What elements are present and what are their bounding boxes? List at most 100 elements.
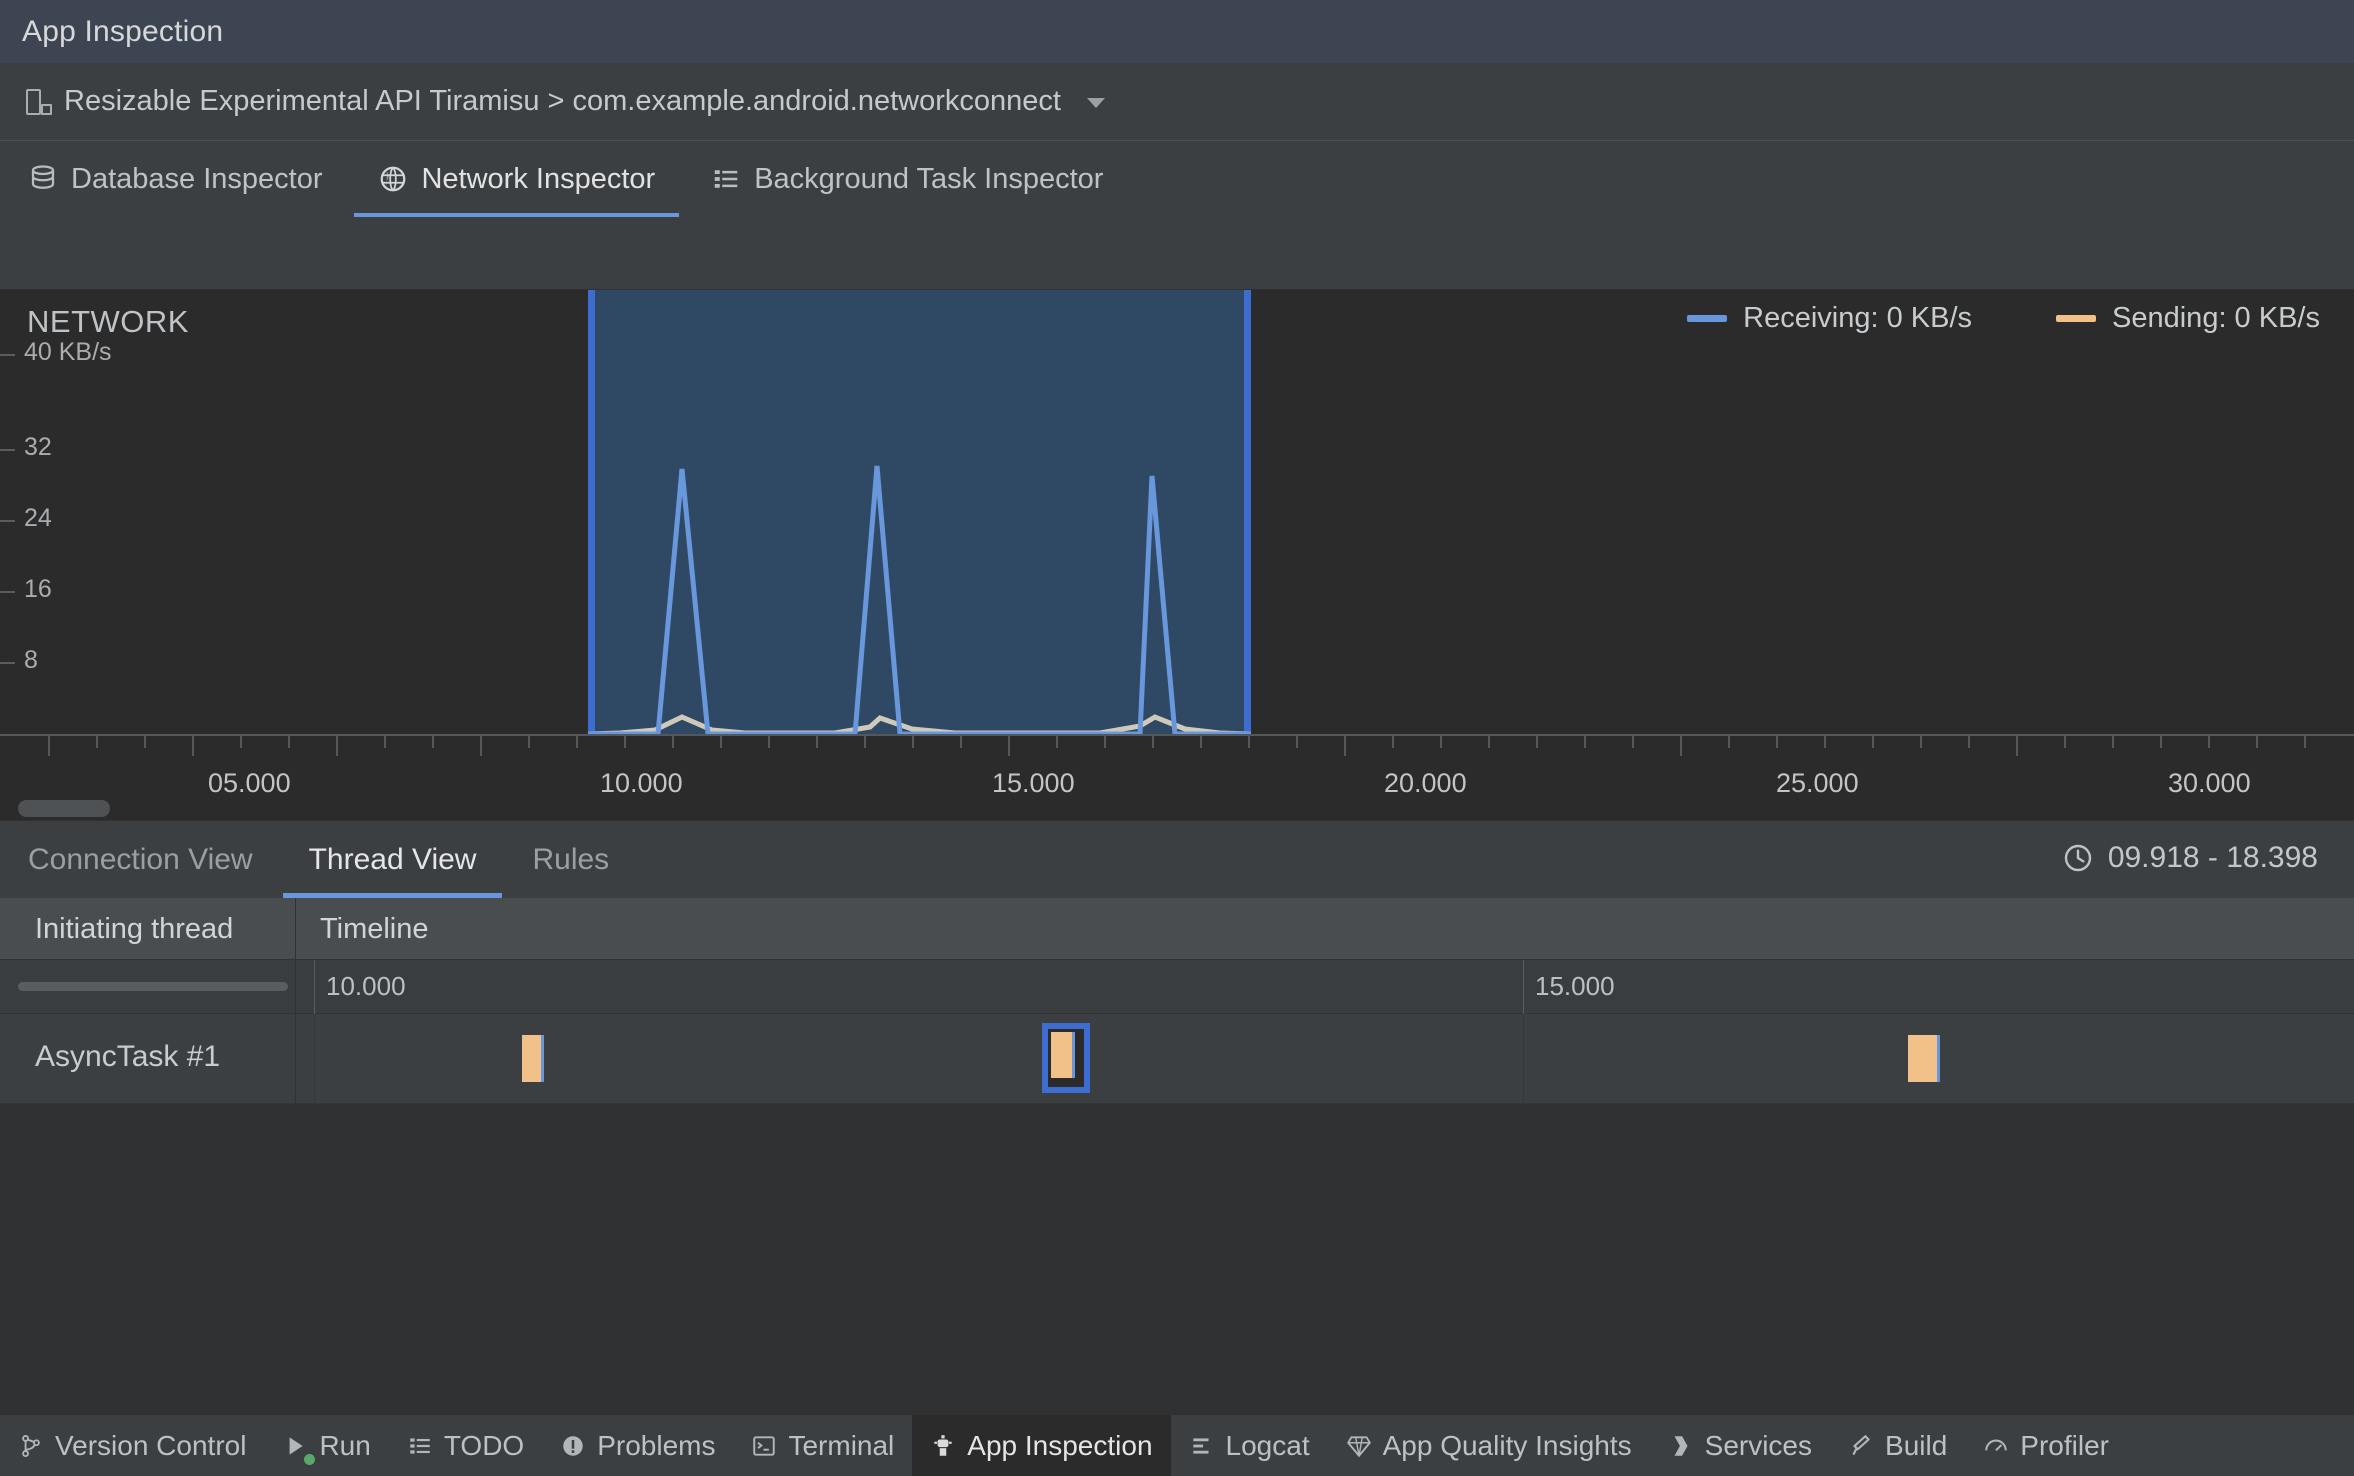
connection-bar-selected[interactable] — [1042, 1023, 1090, 1093]
selected-time-range: 09.918 - 18.398 — [2062, 841, 2318, 875]
tool-window-label: TODO — [443, 1429, 525, 1461]
x-tick — [864, 734, 866, 748]
legend-swatch-sending — [2056, 315, 2097, 322]
x-tick — [1344, 734, 1346, 756]
tool-window-terminal[interactable]: Terminal — [733, 1415, 912, 1476]
x-tick — [1632, 734, 1634, 748]
tab-network-inspector[interactable]: Network Inspector — [350, 141, 683, 217]
x-tick — [1248, 734, 1250, 748]
x-tick — [672, 734, 674, 748]
hammer-icon — [1852, 1434, 1870, 1455]
x-tick — [1872, 734, 1874, 748]
tool-window-logcat[interactable]: Logcat — [1171, 1415, 1328, 1476]
chevron-down-icon[interactable] — [1086, 98, 1105, 108]
x-tick — [960, 734, 962, 748]
x-tick — [432, 734, 434, 748]
x-tick — [1440, 734, 1442, 748]
y-tick-label: 40 KB/s — [24, 338, 112, 366]
column-header-timeline[interactable]: Timeline — [320, 898, 429, 960]
timeline-horizontal-scrollbar[interactable] — [18, 800, 110, 817]
tool-window-version-control[interactable]: Version Control — [0, 1415, 264, 1476]
x-tick — [480, 734, 482, 756]
tool-window-profiler[interactable]: Profiler — [1965, 1415, 2127, 1476]
tool-window-run[interactable]: Run — [264, 1415, 388, 1476]
y-tick — [0, 354, 15, 356]
x-tick — [2304, 734, 2306, 748]
x-tick — [624, 734, 626, 748]
tool-window-label: Build — [1885, 1429, 1948, 1461]
connections-panel: Connection View Thread View Rules 09.918… — [0, 820, 2354, 1434]
tab-background-task-inspector[interactable]: Background Task Inspector — [683, 141, 1131, 217]
column-divider[interactable] — [295, 898, 296, 960]
tab-connection-view[interactable]: Connection View — [0, 821, 281, 898]
services-icon — [1674, 1435, 1688, 1456]
tab-label: Rules — [532, 842, 610, 876]
y-tick-label: 32 — [24, 433, 52, 461]
tool-window-build[interactable]: Build — [1830, 1415, 1965, 1476]
legend-label: Receiving: 0 KB/s — [1743, 302, 1973, 334]
x-tick — [2112, 734, 2114, 748]
legend-item-receiving: Receiving: 0 KB/s — [1687, 302, 1972, 335]
process-selector-bar[interactable]: Resizable Experimental API Tiramisu > co… — [0, 63, 2354, 141]
x-tick — [1392, 734, 1394, 748]
x-tick-label: 20.000 — [1384, 768, 1467, 798]
terminal-icon — [753, 1435, 776, 1456]
ruler-tick — [1523, 960, 1524, 1014]
tool-window-todo[interactable]: TODO — [389, 1415, 542, 1476]
y-tick — [0, 449, 15, 451]
run-status-dot — [304, 1453, 316, 1465]
x-tick — [1008, 734, 1010, 756]
connection-bar[interactable] — [522, 1035, 544, 1082]
tab-rules[interactable]: Rules — [504, 821, 637, 898]
tab-thread-view[interactable]: Thread View — [281, 821, 505, 898]
x-tick — [240, 734, 242, 748]
x-tick — [720, 734, 722, 748]
y-tick-label: 8 — [24, 646, 38, 674]
tool-window-label: App Quality Insights — [1382, 1429, 1632, 1461]
x-tick — [2256, 734, 2258, 748]
ruler-label: 15.000 — [1535, 971, 1615, 1001]
x-tick — [48, 734, 50, 756]
legend-label: Sending: 0 KB/s — [2112, 302, 2320, 334]
thread-column-scrollbar[interactable] — [18, 982, 288, 991]
list-icon — [714, 170, 738, 188]
tool-window-app-inspection[interactable]: App Inspection — [912, 1414, 1171, 1476]
connections-view-tabs: Connection View Thread View Rules 09.918… — [0, 821, 2354, 898]
x-tick-label: 15.000 — [992, 768, 1075, 798]
tool-window-services[interactable]: Services — [1650, 1415, 1830, 1476]
ruler-tick — [314, 960, 315, 1014]
connection-bar[interactable] — [1908, 1035, 1940, 1082]
column-header-initiating-thread[interactable]: Initiating thread — [35, 898, 233, 960]
table-row[interactable]: AsyncTask #1 — [0, 1014, 2354, 1104]
network-series-plot — [587, 465, 1252, 734]
x-tick-label: 10.000 — [600, 768, 683, 798]
y-tick — [0, 520, 15, 522]
tool-window-label: Services — [1704, 1429, 1813, 1461]
tab-database-inspector[interactable]: Database Inspector — [0, 141, 350, 217]
thread-timeline-ruler: 10.000 15.000 — [0, 960, 2354, 1014]
x-tick — [768, 734, 770, 748]
monitor-title: NETWORK — [27, 304, 189, 339]
x-tick — [1200, 734, 1202, 748]
y-tick — [0, 662, 15, 664]
connection-bar[interactable] — [1051, 1032, 1075, 1078]
tool-window-problems[interactable]: Problems — [542, 1415, 733, 1476]
receiving-series — [588, 465, 1251, 734]
chart-legend: Receiving: 0 KB/s Sending: 0 KB/s — [1687, 302, 2320, 335]
x-tick — [2016, 734, 2018, 756]
x-tick — [384, 734, 386, 748]
x-tick — [576, 734, 578, 748]
tool-window-app-quality-insights[interactable]: App Quality Insights — [1328, 1415, 1650, 1476]
timeline-x-axis[interactable]: 05.000 10.000 15.000 20.000 25.000 30.00… — [0, 734, 2354, 820]
sending-series — [587, 714, 1252, 734]
thread-table-body — [0, 1104, 2354, 1434]
x-tick — [336, 734, 338, 756]
x-tick — [1776, 734, 1778, 748]
inspection-icon — [934, 1434, 952, 1456]
x-tick — [2064, 734, 2066, 748]
legend-swatch-receiving — [1687, 315, 1728, 322]
x-tick — [1968, 734, 1970, 748]
network-monitor-graph[interactable]: NETWORK 40 KB/s 32 24 16 8 Receiving: 0 … — [0, 290, 2354, 734]
list-icon — [410, 1437, 430, 1454]
inspector-tabs: Database Inspector Network Inspector Bac… — [0, 141, 2354, 217]
